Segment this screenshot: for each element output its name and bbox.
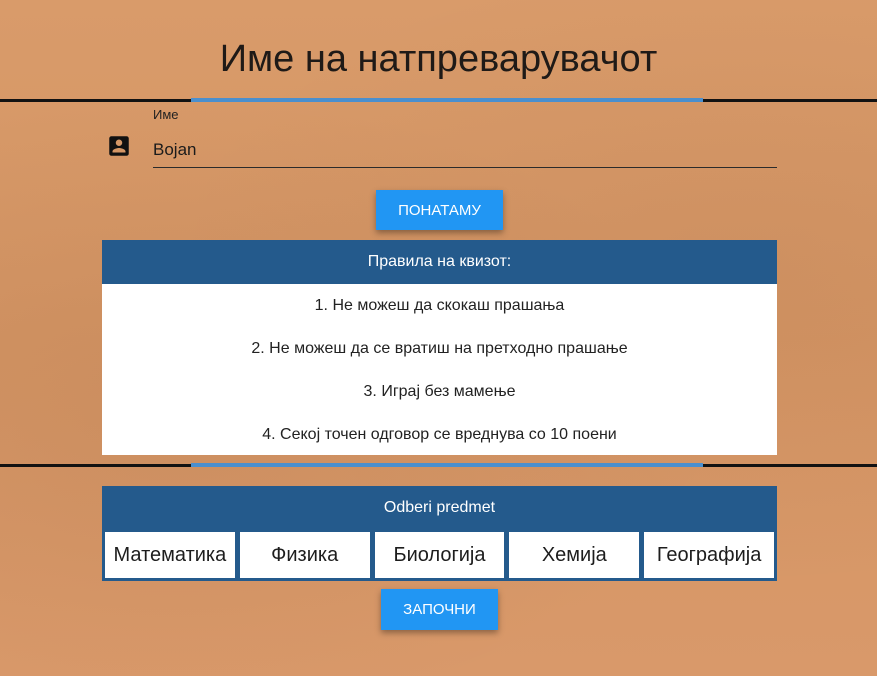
start-button[interactable]: ЗАПОЧНИ (381, 589, 498, 630)
subject-panel-title: Odberi predmet (383, 498, 496, 516)
subject-biology-button[interactable]: Биологија (374, 532, 505, 578)
divider-accent (191, 463, 703, 467)
rule-item: 1. Не можеш да скокаш прашања (314, 297, 565, 314)
next-button[interactable]: ПОНАТАМУ (376, 190, 503, 230)
name-field-group: Име (102, 103, 777, 173)
rule-item: 4. Секој точен одговор се вреднува со 10… (262, 426, 617, 443)
rules-title: Правила на квизот: (102, 240, 777, 284)
name-field-label: Име (153, 107, 179, 122)
top-divider (0, 98, 877, 102)
rule-item: 3. Играј без мамење (363, 383, 516, 400)
subject-panel: Odberi predmet Математика Физика Биологи… (102, 486, 777, 581)
subject-physics-button[interactable]: Физика (239, 532, 370, 578)
subject-chemistry-button[interactable]: Хемија (509, 532, 640, 578)
bottom-divider (0, 463, 877, 467)
page-title: Име на натпреварувачот (219, 38, 658, 80)
subject-math-button[interactable]: Математика (105, 532, 235, 578)
name-input[interactable] (153, 133, 777, 168)
subject-geography-button[interactable]: Географија (644, 532, 774, 578)
account-box-icon (109, 136, 129, 156)
rule-item: 2. Не можеш да се вратиш на претходно пр… (251, 340, 628, 357)
rules-panel: Правила на квизот: 1. Не можеш да скокаш… (102, 240, 777, 455)
subject-options: Математика Физика Биологија Хемија Геогр… (105, 532, 774, 578)
divider-accent (191, 98, 703, 102)
